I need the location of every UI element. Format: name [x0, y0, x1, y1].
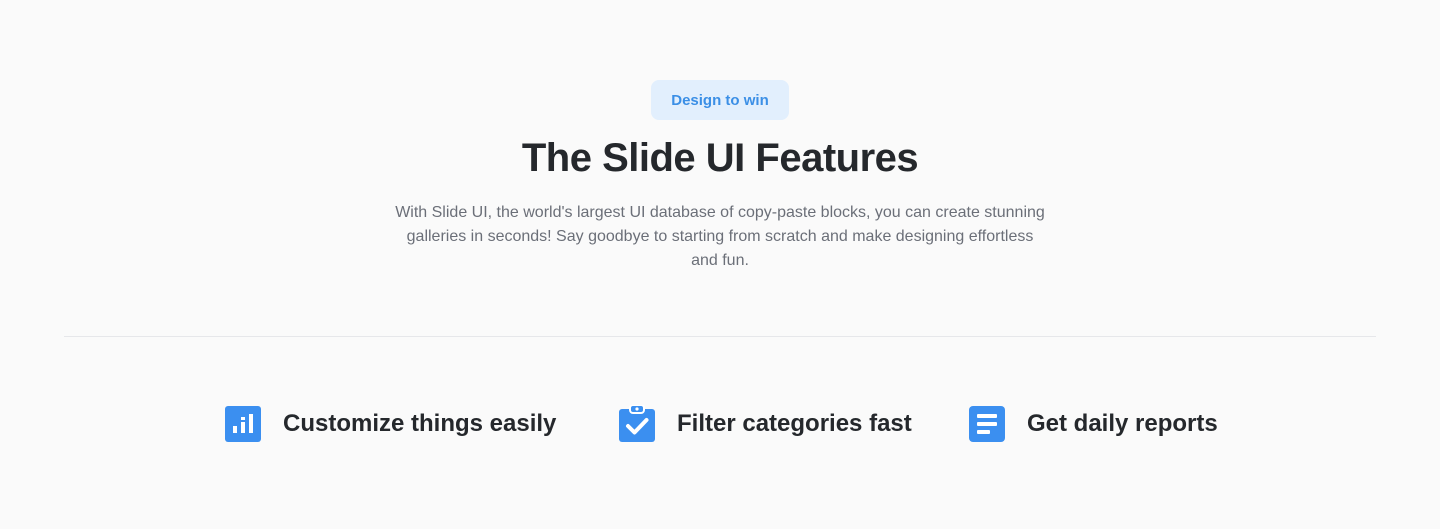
feature-label: Filter categories fast: [677, 410, 912, 437]
bar-chart-icon: [224, 405, 262, 443]
section-badge: Design to win: [651, 80, 789, 120]
feature-reports: Get daily reports: [968, 403, 1218, 445]
document-lines-icon: [968, 405, 1006, 443]
feature-label: Customize things easily: [283, 410, 557, 437]
section-title: The Slide UI Features: [521, 136, 919, 180]
section-divider: [64, 336, 1376, 337]
feature-customize: Customize things easily: [224, 403, 556, 445]
feature-filter: Filter categories fast: [618, 403, 912, 445]
features-section: Design to win The Slide UI Features With…: [0, 0, 1440, 529]
badge-label: Design to win: [671, 91, 769, 109]
feature-label: Get daily reports: [1027, 410, 1218, 437]
clipboard-check-icon: [618, 405, 656, 443]
section-description: With Slide UI, the world's largest UI da…: [395, 204, 1045, 269]
